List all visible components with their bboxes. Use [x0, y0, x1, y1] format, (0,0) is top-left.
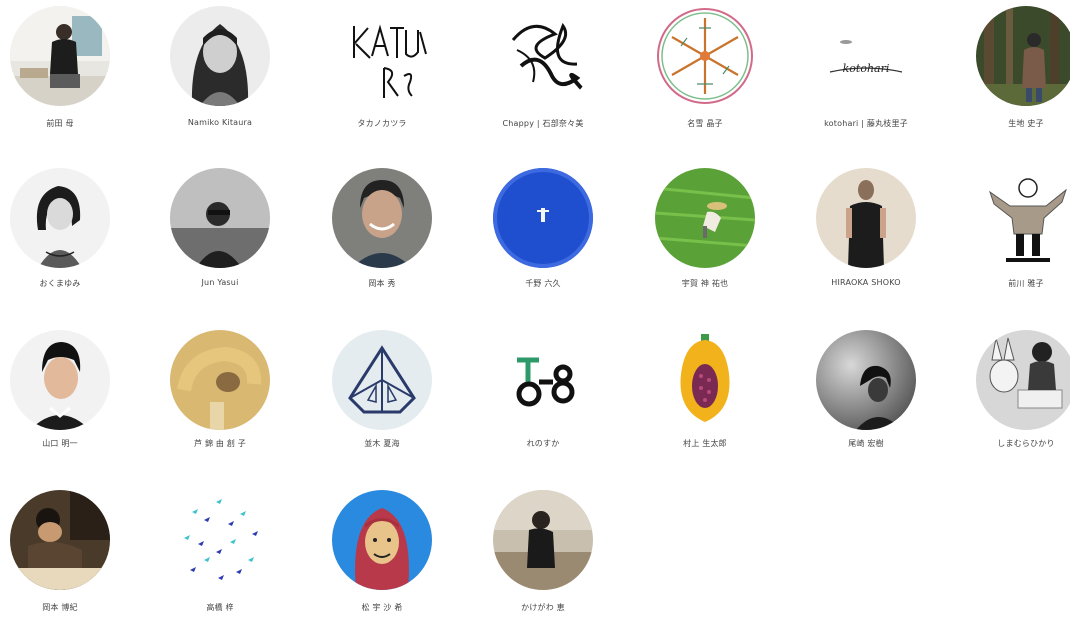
blue-paint-icon[interactable]: [493, 168, 593, 268]
creator-card[interactable]: 前川 雅子: [951, 168, 1070, 308]
creator-card[interactable]: 並木 夏海: [307, 330, 457, 470]
creator-name: れのすか: [526, 439, 560, 448]
creator-card[interactable]: 松 宇 沙 希: [307, 490, 457, 630]
creator-card[interactable]: 千野 六久: [468, 168, 618, 308]
abstract-photo-icon[interactable]: [170, 330, 270, 430]
svg-text:kotohari: kotohari: [843, 62, 890, 75]
creator-card[interactable]: 生地 史子: [951, 6, 1070, 146]
creator-card[interactable]: 芦 錦 由 創 子: [145, 330, 295, 470]
creator-card[interactable]: タカノカツラ: [307, 6, 457, 146]
creator-card[interactable]: 前田 母: [0, 6, 135, 146]
creator-card[interactable]: 宇賀 神 祐也: [630, 168, 780, 308]
bird-pattern-icon[interactable]: [170, 490, 270, 590]
creator-name: 岡本 秀: [368, 279, 396, 288]
portrait-photo-icon[interactable]: [493, 490, 593, 590]
creator-name: タカノカツラ: [357, 119, 407, 128]
creator-name: Jun Yasui: [201, 278, 239, 287]
creator-card[interactable]: Jun Yasui: [145, 168, 295, 308]
creator-card[interactable]: Chappy | 石部奈々美: [468, 6, 618, 146]
portrait-photo-icon[interactable]: [10, 6, 110, 106]
creator-name: 山口 明一: [42, 439, 78, 448]
rice-field-photo-icon[interactable]: [655, 168, 755, 268]
creator-name: 宇賀 神 祐也: [681, 279, 729, 288]
creator-name: 岡本 博紀: [42, 603, 78, 612]
creator-card[interactable]: 尾崎 宏樹: [791, 330, 941, 470]
creator-grid: 前田 母 Namiko Kitaura タカノカツラ Chappy | 石部奈々…: [0, 0, 1070, 614]
creator-name: 並木 夏海: [364, 439, 400, 448]
papaya-illustration-icon[interactable]: [655, 330, 755, 430]
signature-logo-icon[interactable]: [332, 6, 432, 106]
creator-name: 村上 生太郎: [683, 439, 727, 448]
scribble-logo-icon[interactable]: [493, 6, 593, 106]
portrait-illustration-icon[interactable]: [10, 168, 110, 268]
creator-name: kotohari | 藤丸枝里子: [824, 119, 908, 128]
portrait-photo-icon[interactable]: [816, 168, 916, 268]
geometric-logo-icon[interactable]: [332, 330, 432, 430]
kotohari-logo-icon[interactable]: kotohari: [816, 6, 916, 106]
forest-photo-icon[interactable]: [976, 6, 1070, 106]
creator-card[interactable]: HIRAOKA SHOKO: [791, 168, 941, 308]
creator-name: Namiko Kitaura: [187, 118, 253, 127]
portrait-photo-icon[interactable]: [170, 168, 270, 268]
character-illustration-icon[interactable]: [976, 168, 1070, 268]
portrait-photo-icon[interactable]: [816, 330, 916, 430]
creator-name: 生地 史子: [1008, 119, 1044, 128]
illustration-photo-icon[interactable]: [976, 330, 1070, 430]
creator-card[interactable]: かけがわ 恵: [468, 490, 618, 630]
portrait-illustration-icon[interactable]: [332, 490, 432, 590]
creator-name: 松 宇 沙 希: [361, 603, 403, 612]
portrait-illustration-icon[interactable]: [10, 330, 110, 430]
creator-card[interactable]: おくまゆみ: [0, 168, 135, 308]
creator-card[interactable]: 山口 明一: [0, 330, 135, 470]
snowflake-illustration-icon[interactable]: [655, 6, 755, 106]
creator-card[interactable]: しまむらひかり: [951, 330, 1070, 470]
creator-name: かけがわ 恵: [521, 603, 565, 612]
creator-card[interactable]: 岡本 秀: [307, 168, 457, 308]
drawing-photo-icon[interactable]: [10, 490, 110, 590]
creator-name: 前川 雅子: [1008, 279, 1044, 288]
portrait-photo-icon[interactable]: [170, 6, 270, 106]
creator-name: Chappy | 石部奈々美: [502, 119, 584, 128]
creator-name: 前田 母: [46, 119, 74, 128]
creator-name: 千野 六久: [525, 279, 561, 288]
creator-name: 芦 錦 由 創 子: [194, 439, 246, 448]
creator-name: 高橋 梓: [206, 603, 234, 612]
creator-card[interactable]: れのすか: [468, 330, 618, 470]
creator-name: 尾崎 宏樹: [848, 439, 884, 448]
creator-card[interactable]: 名雪 晶子: [630, 6, 780, 146]
creator-card[interactable]: Namiko Kitaura: [145, 6, 295, 146]
portrait-photo-icon[interactable]: [332, 168, 432, 268]
bicycle-logo-icon[interactable]: [493, 330, 593, 430]
creator-card[interactable]: 村上 生太郎: [630, 330, 780, 470]
creator-card[interactable]: 高橋 梓: [145, 490, 295, 630]
creator-name: おくまゆみ: [39, 279, 81, 288]
creator-card[interactable]: kotohari kotohari | 藤丸枝里子: [791, 6, 941, 146]
creator-name: HIRAOKA SHOKO: [831, 278, 901, 287]
creator-name: しまむらひかり: [997, 439, 1055, 448]
creator-name: 名雪 晶子: [687, 119, 723, 128]
creator-card[interactable]: 岡本 博紀: [0, 490, 135, 630]
